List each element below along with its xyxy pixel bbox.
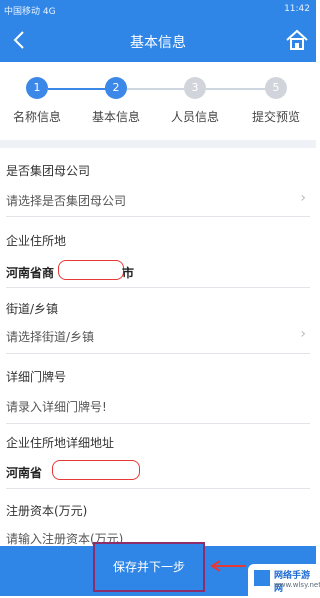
step-2-label: 基本信息 bbox=[91, 110, 140, 124]
field-label-detailed-address: 企业住所地详细地址 bbox=[6, 436, 115, 450]
field-label-registered-capital: 注册资本(万元) bbox=[6, 504, 88, 518]
step-connector bbox=[206, 88, 270, 90]
progress-steps bbox=[0, 62, 316, 140]
street-select[interactable]: 请选择街道/乡镇 bbox=[6, 328, 94, 345]
step-1-dot: 1 bbox=[26, 77, 48, 99]
chevron-right-icon: › bbox=[300, 190, 306, 206]
home-icon[interactable] bbox=[284, 27, 310, 53]
page-title: 基本信息 bbox=[130, 35, 186, 51]
redaction-mark bbox=[58, 260, 124, 280]
field-divider bbox=[6, 353, 310, 354]
top-nav: 基本信息 bbox=[0, 20, 316, 62]
watermark-logo: 网络手游网 www.wlsy.net bbox=[248, 564, 320, 598]
step-5-dot: 5 bbox=[265, 77, 287, 99]
logo-mark-icon bbox=[254, 570, 270, 586]
step-5-label: 提交预览 bbox=[251, 110, 300, 124]
residence-value[interactable]: 河南省商 bbox=[6, 264, 54, 281]
status-bar: 中国移动 4G 11:42 bbox=[0, 0, 316, 20]
step-3-dot: 3 bbox=[184, 77, 206, 99]
residence-suffix: 市 bbox=[122, 266, 135, 280]
field-label-house-number: 详细门牌号 bbox=[6, 370, 67, 384]
save-next-button[interactable]: 保存并下一步 bbox=[93, 542, 205, 592]
group-parent-select[interactable]: 请选择是否集团母公司 bbox=[6, 192, 126, 209]
step-1-label: 名称信息 bbox=[12, 110, 61, 124]
field-divider bbox=[6, 216, 310, 217]
redaction-mark bbox=[52, 460, 140, 480]
clock-text: 11:42 bbox=[284, 4, 310, 14]
chevron-right-icon: › bbox=[300, 326, 306, 342]
watermark-url: www.wlsy.net bbox=[274, 581, 320, 589]
detailed-address-prefix[interactable]: 河南省 bbox=[6, 464, 42, 481]
field-label-street: 街道/乡镇 bbox=[6, 302, 59, 316]
house-number-input[interactable]: 请录入详细门牌号! bbox=[6, 398, 107, 415]
field-label-residence: 企业住所地 bbox=[6, 234, 67, 248]
step-2-dot: 2 bbox=[105, 77, 127, 99]
field-divider bbox=[6, 488, 310, 489]
annotation-arrow-icon bbox=[210, 560, 246, 572]
field-divider bbox=[6, 423, 310, 424]
field-label-group-parent: 是否集团母公司 bbox=[6, 164, 91, 178]
step-connector bbox=[127, 88, 191, 90]
field-divider bbox=[6, 287, 310, 288]
carrier-text: 中国移动 4G bbox=[4, 7, 56, 17]
step-3-label: 人员信息 bbox=[170, 110, 219, 124]
residence-prefix: 河南省商 bbox=[6, 266, 55, 280]
section-divider bbox=[0, 140, 316, 148]
